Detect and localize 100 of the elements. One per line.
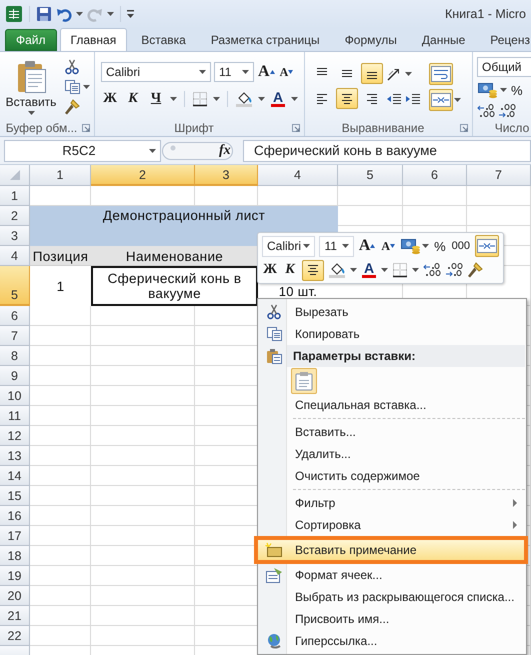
ribbon-tab[interactable]: Формулы [334, 29, 408, 51]
row-header[interactable]: 11 [0, 406, 30, 426]
row-header[interactable]: 12 [0, 426, 30, 446]
fill-bucket-icon[interactable] [328, 262, 346, 278]
row-header[interactable]: 22 [0, 626, 30, 646]
name-box[interactable]: R5C2 [4, 140, 161, 162]
caret-icon[interactable] [291, 97, 298, 101]
row-header[interactable]: 16 [0, 506, 30, 526]
number-format-field[interactable]: Общий [477, 57, 531, 77]
currency-icon[interactable] [477, 81, 497, 99]
row-header[interactable]: 10 [0, 386, 30, 406]
save-icon[interactable] [36, 6, 52, 22]
caret-icon[interactable] [303, 244, 310, 248]
file-tab[interactable]: Файл [5, 29, 57, 51]
font-size-field[interactable]: 11 [214, 62, 254, 82]
resize-handle[interactable] [161, 140, 233, 162]
ribbon-tab[interactable]: Реценз [479, 29, 531, 51]
bold-button[interactable]: Ж [101, 89, 119, 109]
paste-button[interactable]: Вставить [4, 55, 58, 117]
menu-item[interactable]: Вставить примечание [254, 536, 528, 564]
menu-item[interactable]: Выбрать из раскрывающегося списка... [259, 586, 525, 608]
row-header[interactable]: 14 [0, 466, 30, 486]
row-header[interactable]: 15 [0, 486, 30, 506]
row-header[interactable]: 2 [0, 206, 30, 226]
row-header[interactable]: 17 [0, 526, 30, 546]
ribbon-tab[interactable]: Данные [410, 29, 476, 51]
borders-icon[interactable] [192, 91, 208, 107]
merge-button[interactable] [429, 89, 453, 111]
align-button[interactable] [302, 260, 324, 280]
row-header[interactable]: 19 [0, 566, 30, 586]
row-header[interactable]: 21 [0, 606, 30, 626]
copy-icon[interactable] [64, 79, 80, 95]
column-header[interactable]: 4 [258, 165, 338, 186]
caret-icon[interactable] [76, 12, 83, 16]
shrink-font-button[interactable]: A [380, 238, 396, 254]
dialog-launcher-icon[interactable] [82, 124, 90, 132]
row-header[interactable]: 8 [0, 346, 30, 366]
caret-icon[interactable] [28, 110, 34, 114]
menu-item[interactable]: Вставить... [259, 421, 525, 443]
font-color-button[interactable]: A [361, 261, 377, 279]
menu-item[interactable]: Очистить содержимое [259, 465, 525, 487]
menu-item[interactable]: Сортировка [259, 514, 525, 536]
decrease-decimal-icon[interactable] [445, 262, 463, 278]
shrink-font-button[interactable]: A [278, 64, 294, 80]
row-header[interactable]: 5 [0, 266, 30, 306]
row-header[interactable]: 7 [0, 326, 30, 346]
column-header[interactable]: 5 [338, 165, 403, 186]
caret-icon[interactable] [454, 98, 461, 102]
customize-toolbar-icon[interactable] [127, 10, 134, 18]
row-header[interactable]: 6 [0, 306, 30, 326]
font-size-field[interactable]: 11 [319, 236, 354, 256]
font-color-button[interactable]: A [270, 90, 286, 108]
fill-bucket-icon[interactable] [235, 91, 253, 107]
caret-icon[interactable] [422, 244, 430, 248]
undo-icon[interactable] [56, 6, 72, 22]
menu-item[interactable]: Гиперссылка... [259, 630, 525, 652]
caret-icon[interactable] [83, 85, 90, 89]
paste-option-button[interactable] [291, 368, 317, 394]
font-name-field[interactable]: Calibri [101, 62, 211, 82]
caret-icon[interactable] [213, 97, 220, 101]
menu-item[interactable]: Фильтр [259, 492, 525, 514]
caret-icon[interactable] [258, 97, 265, 101]
brush-icon[interactable] [467, 262, 483, 278]
cut-icon[interactable] [64, 59, 80, 75]
caret-icon[interactable] [342, 244, 349, 248]
bold-button[interactable]: Ж [262, 259, 278, 281]
row-header[interactable]: 9 [0, 366, 30, 386]
wrap-text-button[interactable] [429, 63, 453, 85]
italic-button[interactable]: К [282, 259, 298, 281]
menu-item[interactable]: Специальная вставка... [259, 394, 525, 416]
align-button[interactable] [336, 88, 358, 109]
column-header[interactable]: 6 [403, 165, 467, 186]
caret-icon[interactable] [500, 88, 507, 92]
caret-icon[interactable] [412, 268, 419, 272]
ribbon-tab[interactable]: Вставка [130, 29, 197, 51]
row-header[interactable]: 1 [0, 186, 30, 206]
grow-font-button[interactable]: A [257, 62, 276, 82]
column-header[interactable]: 2 [91, 165, 195, 186]
column-header[interactable]: 3 [195, 165, 258, 186]
menu-item[interactable]: Удалить... [259, 443, 525, 465]
menu-item[interactable]: Копировать [259, 323, 525, 345]
row-header[interactable]: 18 [0, 546, 30, 566]
row-header[interactable]: 4 [0, 246, 30, 266]
percent-button[interactable]: % [510, 81, 524, 99]
insert-function-button[interactable]: fx [219, 142, 237, 158]
menu-item[interactable]: Присвоить имя... [259, 608, 525, 630]
brush-icon[interactable] [64, 99, 80, 115]
align-button[interactable] [361, 63, 383, 84]
row-header[interactable]: 20 [0, 586, 30, 606]
dialog-launcher-icon[interactable] [460, 124, 468, 132]
formula-input[interactable]: Сферический конь в вакууме [243, 140, 531, 162]
merge-button[interactable] [475, 235, 499, 257]
grow-font-button[interactable]: A [358, 236, 376, 256]
caret-icon[interactable] [170, 97, 177, 101]
spreadsheet-logo-icon[interactable] [5, 5, 23, 23]
decrease-decimal-icon[interactable] [498, 103, 516, 119]
borders-icon[interactable] [392, 262, 408, 278]
caret-icon[interactable] [199, 70, 206, 74]
caret-icon[interactable] [381, 268, 388, 272]
menu-item[interactable]: Формат ячеек... [259, 564, 525, 586]
